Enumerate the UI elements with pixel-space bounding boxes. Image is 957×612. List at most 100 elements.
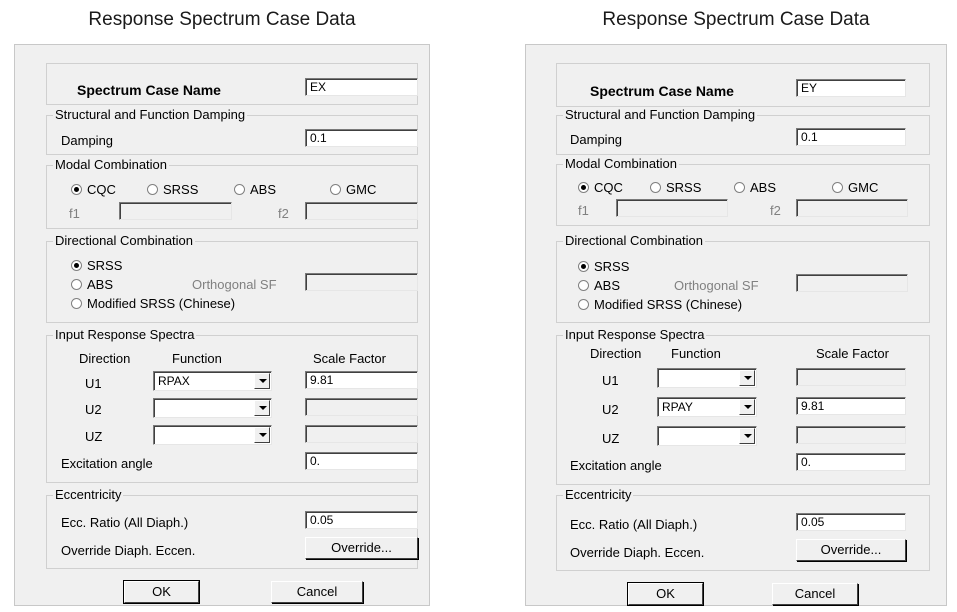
radio-dir-modified-srss[interactable]: Modified SRSS (Chinese) (578, 297, 742, 313)
dialog-title: Response Spectrum Case Data (602, 9, 870, 30)
u1-function-select[interactable] (657, 368, 757, 388)
chevron-down-icon[interactable] (739, 370, 755, 386)
override-diaph-label: Override Diaph. Eccen. (61, 543, 196, 558)
f1-label: f1 (578, 203, 589, 218)
radio-srss[interactable]: SRSS (650, 180, 701, 196)
f2-input[interactable] (796, 199, 908, 217)
damping-label: Damping (570, 132, 623, 147)
ok-button[interactable]: OK (627, 582, 704, 606)
radio-gmc[interactable]: GMC (832, 180, 878, 196)
u2-function-select[interactable]: RPAY (657, 397, 757, 417)
uz-function-select[interactable] (153, 425, 272, 445)
u2-scale-input[interactable] (305, 398, 418, 416)
chevron-down-icon[interactable] (739, 399, 755, 415)
radio-dot-icon (71, 298, 82, 309)
radio-gmc[interactable]: GMC (330, 182, 376, 198)
col-function-header: Function (671, 346, 721, 361)
case-name-label: Spectrum Case Name (77, 82, 221, 98)
chevron-down-icon[interactable] (254, 373, 270, 389)
directional-combination-label: Directional Combination (53, 233, 196, 249)
ok-button[interactable]: OK (123, 580, 200, 604)
chevron-down-icon[interactable] (739, 428, 755, 444)
col-direction-header: Direction (590, 346, 642, 361)
cancel-button[interactable]: Cancel (772, 583, 858, 605)
eccentricity-label: Eccentricity (563, 487, 634, 503)
radio-dir-srss[interactable]: SRSS (71, 258, 122, 274)
radio-srss[interactable]: SRSS (147, 182, 198, 198)
uz-scale-input[interactable] (796, 426, 906, 444)
radio-dot-icon (234, 184, 245, 195)
damping-group-label: Structural and Function Damping (53, 107, 248, 123)
u2-function-select[interactable] (153, 398, 272, 418)
excitation-angle-input[interactable]: 0. (796, 453, 906, 471)
override-button[interactable]: Override... (305, 537, 418, 559)
radio-dot-icon (578, 280, 589, 291)
dialog-title: Response Spectrum Case Data (88, 9, 356, 30)
radio-cqc[interactable]: CQC (578, 180, 623, 196)
uz-scale-input[interactable] (305, 425, 418, 443)
u1-scale-input[interactable] (796, 368, 906, 386)
orthogonal-sf-input[interactable] (305, 273, 418, 291)
radio-dot-icon (734, 182, 745, 193)
left-dialog: Response Spectrum Case Data Spectrum Cas… (8, 0, 436, 612)
radio-dir-srss[interactable]: SRSS (578, 259, 629, 275)
u1-function-select[interactable]: RPAX (153, 371, 272, 391)
radio-dot-icon (650, 182, 661, 193)
row-uz-direction: UZ (85, 429, 103, 444)
override-diaph-label: Override Diaph. Eccen. (570, 545, 705, 560)
eccentricity-label: Eccentricity (53, 487, 124, 503)
ecc-ratio-input[interactable]: 0.05 (305, 511, 418, 529)
case-name-input[interactable]: EY (796, 79, 906, 97)
chevron-down-icon[interactable] (254, 400, 270, 416)
ecc-ratio-label: Ecc. Ratio (All Diaph.) (61, 515, 189, 530)
col-function-header: Function (172, 351, 222, 366)
orthogonal-sf-label: Orthogonal SF (192, 277, 277, 292)
col-scale-header: Scale Factor (313, 351, 386, 366)
u2-scale-input[interactable]: 9.81 (796, 397, 906, 415)
radio-dir-abs[interactable]: ABS (71, 277, 113, 293)
f2-label: f2 (770, 203, 781, 218)
f1-input[interactable] (119, 202, 232, 220)
row-u2-direction: U2 (85, 402, 102, 417)
damping-group-label: Structural and Function Damping (563, 107, 758, 123)
row-u1-direction: U1 (602, 373, 619, 388)
row-u2-direction: U2 (602, 402, 619, 417)
radio-dot-icon (147, 184, 158, 195)
radio-cqc[interactable]: CQC (71, 182, 116, 198)
input-response-spectra-label: Input Response Spectra (563, 327, 707, 343)
col-scale-header: Scale Factor (816, 346, 889, 361)
damping-input[interactable]: 0.1 (305, 129, 418, 147)
radio-dot-icon (832, 182, 843, 193)
radio-abs[interactable]: ABS (234, 182, 276, 198)
cancel-button[interactable]: Cancel (271, 581, 363, 603)
radio-dot-icon (330, 184, 341, 195)
row-uz-direction: UZ (602, 431, 620, 446)
modal-combination-label: Modal Combination (53, 157, 170, 173)
orthogonal-sf-label: Orthogonal SF (674, 278, 759, 293)
radio-abs[interactable]: ABS (734, 180, 776, 196)
f1-input[interactable] (616, 199, 728, 217)
radio-dot-icon (71, 260, 82, 271)
right-dialog: Response Spectrum Case Data Spectrum Cas… (519, 0, 953, 612)
radio-dir-modified-srss[interactable]: Modified SRSS (Chinese) (71, 296, 235, 312)
damping-label: Damping (61, 133, 114, 148)
f2-input[interactable] (305, 202, 418, 220)
damping-input[interactable]: 0.1 (796, 128, 906, 146)
orthogonal-sf-input[interactable] (796, 274, 908, 292)
case-name-input[interactable]: EX (305, 78, 418, 96)
override-button[interactable]: Override... (796, 539, 906, 561)
uz-function-select[interactable] (657, 426, 757, 446)
chevron-down-icon[interactable] (254, 427, 270, 443)
dialog-body: Spectrum Case Name EY Structural and Fun… (525, 44, 947, 606)
radio-dot-icon (578, 182, 589, 193)
excitation-angle-input[interactable]: 0. (305, 452, 418, 470)
u1-scale-input[interactable]: 9.81 (305, 371, 418, 389)
radio-dot-icon (578, 299, 589, 310)
radio-dir-abs[interactable]: ABS (578, 278, 620, 294)
excitation-angle-label: Excitation angle (61, 456, 153, 471)
excitation-angle-label: Excitation angle (570, 458, 662, 473)
radio-dot-icon (71, 279, 82, 290)
ecc-ratio-input[interactable]: 0.05 (796, 513, 906, 531)
f1-label: f1 (69, 206, 80, 221)
radio-dot-icon (71, 184, 82, 195)
